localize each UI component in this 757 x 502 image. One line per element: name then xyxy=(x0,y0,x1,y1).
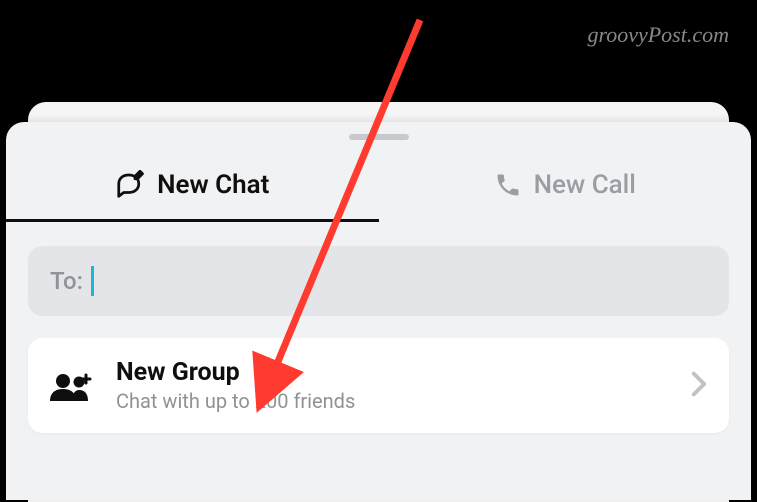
group-text-block: New Group Chat with up to 200 friends xyxy=(116,358,673,413)
tab-new-chat-label: New Chat xyxy=(157,170,269,200)
chat-icon xyxy=(115,170,145,200)
group-title: New Group xyxy=(116,358,673,387)
watermark-text: groovyPost.com xyxy=(587,22,729,48)
group-add-icon xyxy=(50,369,98,403)
to-field-container[interactable]: To: xyxy=(28,246,729,316)
chevron-right-icon xyxy=(691,371,707,401)
tab-new-call[interactable]: New Call xyxy=(379,148,752,222)
bottom-sheet-panel: New Chat New Call To: New Gr xyxy=(6,122,751,500)
sheet-grabber-handle[interactable] xyxy=(349,134,409,140)
group-subtitle: Chat with up to 200 friends xyxy=(116,389,673,413)
to-label: To: xyxy=(50,267,83,295)
new-group-item[interactable]: New Group Chat with up to 200 friends xyxy=(28,338,729,433)
to-input[interactable] xyxy=(102,267,707,295)
phone-icon xyxy=(494,171,522,199)
tab-new-chat[interactable]: New Chat xyxy=(6,148,379,222)
tab-new-call-label: New Call xyxy=(534,170,636,200)
text-cursor xyxy=(91,266,94,296)
tab-bar: New Chat New Call xyxy=(6,148,751,222)
